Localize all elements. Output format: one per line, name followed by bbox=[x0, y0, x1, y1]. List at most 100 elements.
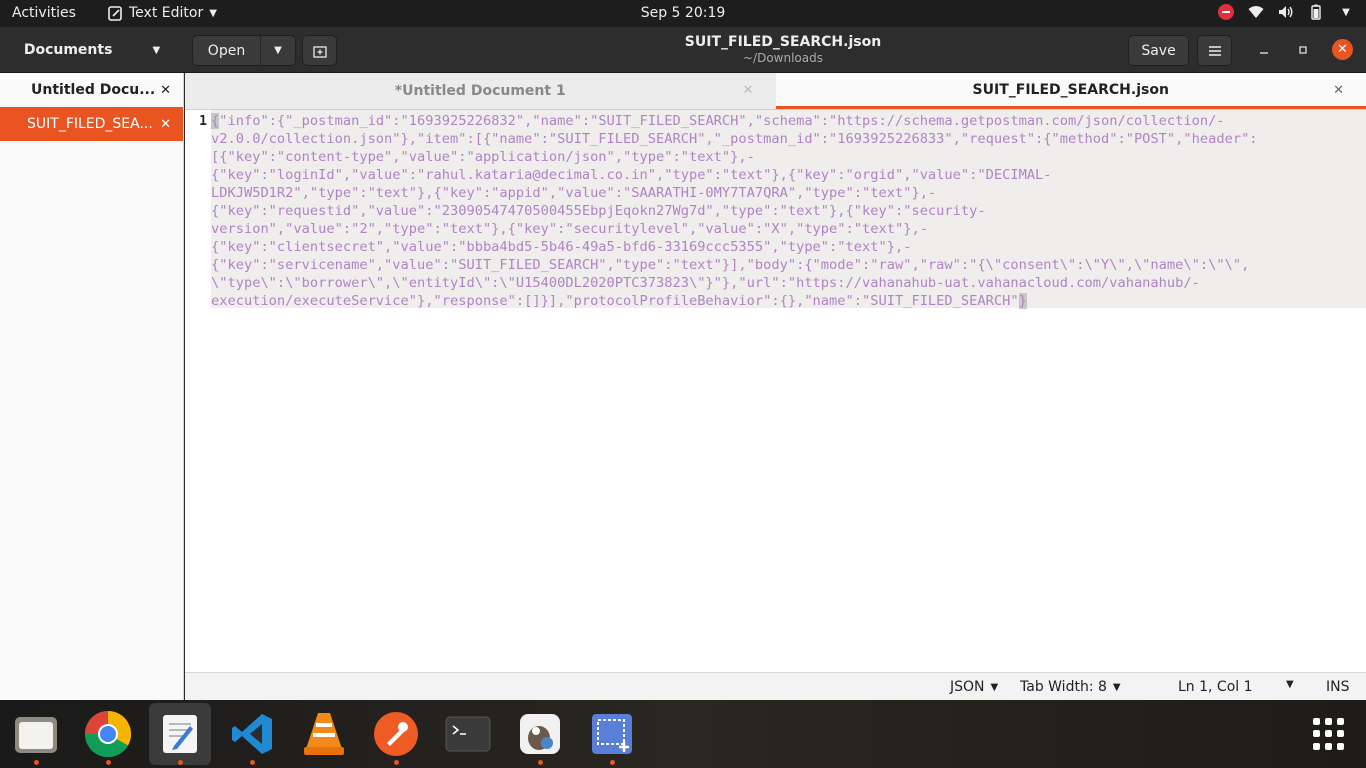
hamburger-menu-button[interactable] bbox=[1197, 35, 1232, 66]
gimp-icon bbox=[520, 714, 560, 754]
maximize-icon bbox=[1299, 46, 1307, 54]
dock-screenshot[interactable] bbox=[581, 703, 643, 765]
dock bbox=[0, 700, 1366, 768]
cursor-position-selector[interactable]: Ln 1, Col 1 bbox=[1178, 679, 1253, 695]
tab-label: *Untitled Document 1 bbox=[394, 83, 566, 99]
insert-mode-indicator[interactable]: INS bbox=[1326, 679, 1350, 695]
code-row: v2.0.0/collection.json"},"item":[{"name"… bbox=[211, 131, 1258, 147]
dock-files[interactable] bbox=[5, 703, 67, 765]
code-row: version","value":"2","type":"text"},{"ke… bbox=[211, 221, 928, 237]
code-row: LDKJW5D1R2","type":"text"},{"key":"appid… bbox=[211, 185, 937, 201]
power-menu-icon[interactable]: ▼ bbox=[1338, 4, 1354, 20]
tab-suit-filed-search[interactable]: SUIT_FILED_SEARCH.json ✕ bbox=[775, 73, 1366, 109]
sidebar-item-untitled[interactable]: Untitled Docu... ✕ bbox=[0, 73, 183, 107]
code-row: {"key":"servicename","value":"SUIT_FILED… bbox=[211, 257, 1250, 273]
language-selector[interactable]: JSON ▼ bbox=[950, 679, 998, 695]
code-content[interactable]: {"info":{"_postman_id":"1693925226832","… bbox=[211, 112, 1361, 310]
running-indicator bbox=[178, 760, 183, 765]
new-tab-button[interactable] bbox=[302, 35, 337, 66]
code-row: {"key":"loginId","value":"rahul.kataria@… bbox=[211, 167, 1052, 183]
code-row: {"key":"clientsecret","value":"bbba4bd5-… bbox=[211, 239, 912, 255]
chevron-down-icon: ▼ bbox=[990, 681, 999, 693]
code-row: {"key":"requestid","value":"230905474705… bbox=[211, 203, 986, 219]
dock-text-editor[interactable] bbox=[149, 703, 211, 765]
code-text: execution/executeService"},"response":[]… bbox=[211, 293, 1019, 309]
open-button-group: Open ▼ bbox=[192, 35, 296, 66]
sidebar-item-label: SUIT_FILED_SEA... bbox=[27, 116, 153, 132]
dock-chrome[interactable] bbox=[77, 703, 139, 765]
top-bar: Activities Text Editor ▼ Sep 5 20:19 ▼ bbox=[0, 0, 1366, 27]
hamburger-icon bbox=[1208, 45, 1221, 56]
header-bar: Documents ▼ Open ▼ SUIT_FILED_SEARCH.jso… bbox=[0, 27, 1366, 73]
running-indicator bbox=[538, 760, 543, 765]
chevron-down-icon: ▼ bbox=[152, 44, 161, 56]
line-number-gutter: 1 bbox=[185, 110, 211, 672]
save-button[interactable]: Save bbox=[1128, 35, 1189, 66]
dock-terminal[interactable] bbox=[437, 703, 499, 765]
dock-gimp[interactable] bbox=[509, 703, 571, 765]
do-not-disturb-icon[interactable] bbox=[1218, 4, 1234, 20]
running-indicator bbox=[34, 760, 39, 765]
close-icon[interactable]: ✕ bbox=[743, 83, 754, 98]
close-icon[interactable]: ✕ bbox=[160, 117, 171, 132]
cursor-position-dropdown[interactable]: ▼ bbox=[1286, 679, 1294, 690]
tab-width-label: Tab Width: 8 bbox=[1020, 679, 1107, 695]
language-label: JSON bbox=[950, 679, 985, 695]
new-tab-icon bbox=[312, 45, 327, 58]
wifi-icon[interactable] bbox=[1248, 4, 1264, 20]
sidebar-item-suit-filed-search[interactable]: SUIT_FILED_SEA... ✕ bbox=[0, 107, 183, 141]
chrome-icon bbox=[84, 710, 132, 758]
dock-postman[interactable] bbox=[365, 703, 427, 765]
postman-icon bbox=[374, 712, 418, 756]
code-text: "info":{"_postman_id":"1693925226832","n… bbox=[219, 113, 1225, 129]
vscode-icon bbox=[232, 714, 272, 754]
chevron-down-icon: ▼ bbox=[1286, 679, 1294, 690]
documents-label: Documents bbox=[23, 42, 113, 58]
minimize-icon bbox=[1260, 52, 1268, 54]
text-editor-area[interactable]: 1 {"info":{"_postman_id":"1693925226832"… bbox=[185, 110, 1366, 672]
document-title: SUIT_FILED_SEARCH.json bbox=[684, 34, 882, 50]
tab-width-selector[interactable]: Tab Width: 8 ▼ bbox=[1020, 679, 1121, 695]
close-icon: ✕ bbox=[1337, 42, 1348, 57]
running-indicator bbox=[106, 760, 111, 765]
close-icon[interactable]: ✕ bbox=[160, 83, 171, 98]
vlc-icon bbox=[304, 713, 344, 755]
chevron-down-icon: ▼ bbox=[274, 45, 282, 56]
document-path: ~/Downloads bbox=[743, 51, 823, 65]
documents-sidebar: Untitled Docu... ✕ SUIT_FILED_SEA... ✕ bbox=[0, 73, 184, 700]
status-bar: JSON ▼ Tab Width: 8 ▼ Ln 1, Col 1 ▼ INS bbox=[185, 672, 1366, 700]
files-icon bbox=[15, 717, 57, 753]
sidebar-item-label: Untitled Docu... bbox=[31, 82, 156, 98]
dock-vscode[interactable] bbox=[221, 703, 283, 765]
open-dropdown-button[interactable]: ▼ bbox=[261, 36, 295, 65]
documents-button[interactable]: Documents ▼ bbox=[0, 27, 184, 73]
text-cursor: { bbox=[211, 113, 220, 129]
maximize-button[interactable] bbox=[1293, 40, 1313, 60]
minimize-button[interactable] bbox=[1254, 40, 1274, 60]
code-row: execution/executeService"},"response":[]… bbox=[211, 292, 1361, 310]
show-applications-icon[interactable] bbox=[1313, 718, 1345, 750]
volume-icon[interactable] bbox=[1278, 4, 1294, 20]
code-row: [{"key":"content-type","value":"applicat… bbox=[211, 149, 755, 165]
line-number: 1 bbox=[199, 114, 207, 129]
bracket-match-highlight: } bbox=[1018, 293, 1027, 309]
close-window-button[interactable]: ✕ bbox=[1332, 39, 1353, 60]
clock[interactable]: Sep 5 20:19 bbox=[0, 5, 1366, 21]
cursor-position-label: Ln 1, Col 1 bbox=[1178, 679, 1253, 695]
dock-vlc[interactable] bbox=[293, 703, 355, 765]
running-indicator bbox=[250, 760, 255, 765]
running-indicator bbox=[394, 760, 399, 765]
battery-icon[interactable] bbox=[1308, 4, 1324, 20]
close-icon[interactable]: ✕ bbox=[1333, 83, 1344, 98]
terminal-icon bbox=[445, 716, 491, 752]
open-button[interactable]: Open bbox=[193, 36, 261, 65]
screenshot-icon bbox=[592, 714, 632, 754]
code-row: {"info":{"_postman_id":"1693925226832","… bbox=[211, 112, 1361, 130]
running-indicator bbox=[610, 760, 615, 765]
system-tray[interactable]: ▼ bbox=[1218, 4, 1354, 20]
chevron-down-icon: ▼ bbox=[1112, 681, 1121, 693]
tab-untitled-document[interactable]: *Untitled Document 1 ✕ bbox=[185, 73, 776, 109]
code-row: \"type\":\"borrower\",\"entityId\":\"U15… bbox=[211, 275, 1200, 291]
text-editor-icon bbox=[163, 715, 197, 753]
window-title: SUIT_FILED_SEARCH.json ~/Downloads bbox=[500, 34, 1066, 65]
